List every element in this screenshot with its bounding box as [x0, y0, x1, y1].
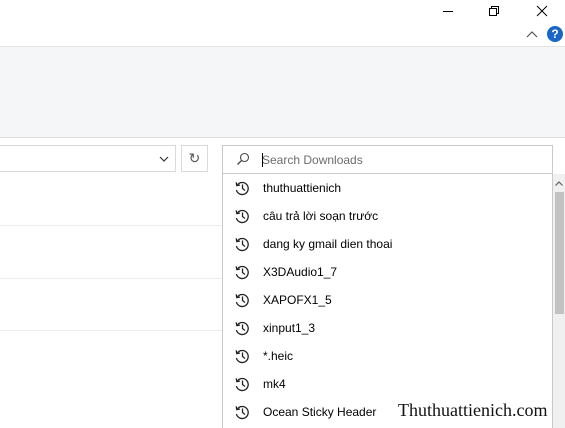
ribbon-collapse-button[interactable]	[524, 26, 540, 42]
text-caret	[262, 153, 263, 167]
divider	[0, 278, 222, 279]
suggestion-item[interactable]: dang ky gmail dien thoai	[223, 230, 552, 258]
suggestion-item[interactable]: câu trả lời soạn trước	[223, 202, 552, 230]
suggestion-label: thuthuattienich	[263, 181, 342, 195]
suggestion-label: *.heic	[263, 349, 294, 363]
divider	[0, 330, 222, 331]
suggestion-label: câu trả lời soạn trước	[263, 209, 379, 223]
suggestion-label: XAPOFX1_5	[263, 293, 332, 307]
history-icon	[235, 321, 249, 336]
close-icon	[536, 5, 548, 17]
suggestion-label: xinput1_3	[263, 321, 316, 335]
minimize-button[interactable]	[425, 0, 471, 22]
ribbon-area	[0, 47, 565, 138]
restore-button[interactable]	[471, 0, 517, 22]
scroll-up-button[interactable]	[553, 176, 565, 190]
suggestion-label: Ocean Sticky Header	[263, 405, 377, 419]
search-icon	[237, 152, 250, 165]
scrollbar-thumb[interactable]	[555, 192, 564, 314]
history-icon	[235, 237, 249, 252]
history-icon	[235, 209, 249, 224]
divider	[0, 225, 222, 226]
history-icon	[235, 181, 249, 196]
suggestion-item[interactable]: xinput1_3	[223, 314, 552, 342]
suggestion-item[interactable]: X3DAudio1_7	[223, 258, 552, 286]
suggestion-item[interactable]: XAPOFX1_5	[223, 286, 552, 314]
suggestion-item[interactable]: mk4	[223, 370, 552, 398]
watermark: Thuthuattienich.com	[398, 400, 548, 420]
suggestion-item[interactable]: *.heic	[223, 342, 552, 370]
history-icon	[235, 293, 249, 308]
minimize-icon	[443, 11, 453, 12]
suggestion-item[interactable]: thuthuattienich	[223, 174, 552, 202]
chevron-down-icon	[159, 156, 169, 162]
suggestion-label: X3DAudio1_7	[263, 265, 338, 279]
chevron-up-icon	[555, 180, 563, 186]
chevron-up-icon	[526, 31, 538, 38]
restore-icon	[489, 6, 499, 16]
history-icon	[235, 265, 249, 280]
suggestion-label: dang ky gmail dien thoai	[263, 237, 393, 251]
address-bar[interactable]	[0, 145, 176, 172]
close-button[interactable]	[519, 0, 565, 22]
history-icon	[235, 405, 249, 420]
history-icon	[235, 377, 249, 392]
search-input[interactable]	[262, 149, 542, 170]
help-button[interactable]: ?	[547, 26, 563, 42]
suggestion-label: mk4	[263, 377, 286, 391]
address-dropdown-button[interactable]	[156, 151, 172, 167]
refresh-button[interactable]: ↻	[181, 145, 208, 172]
history-icon	[235, 349, 249, 364]
